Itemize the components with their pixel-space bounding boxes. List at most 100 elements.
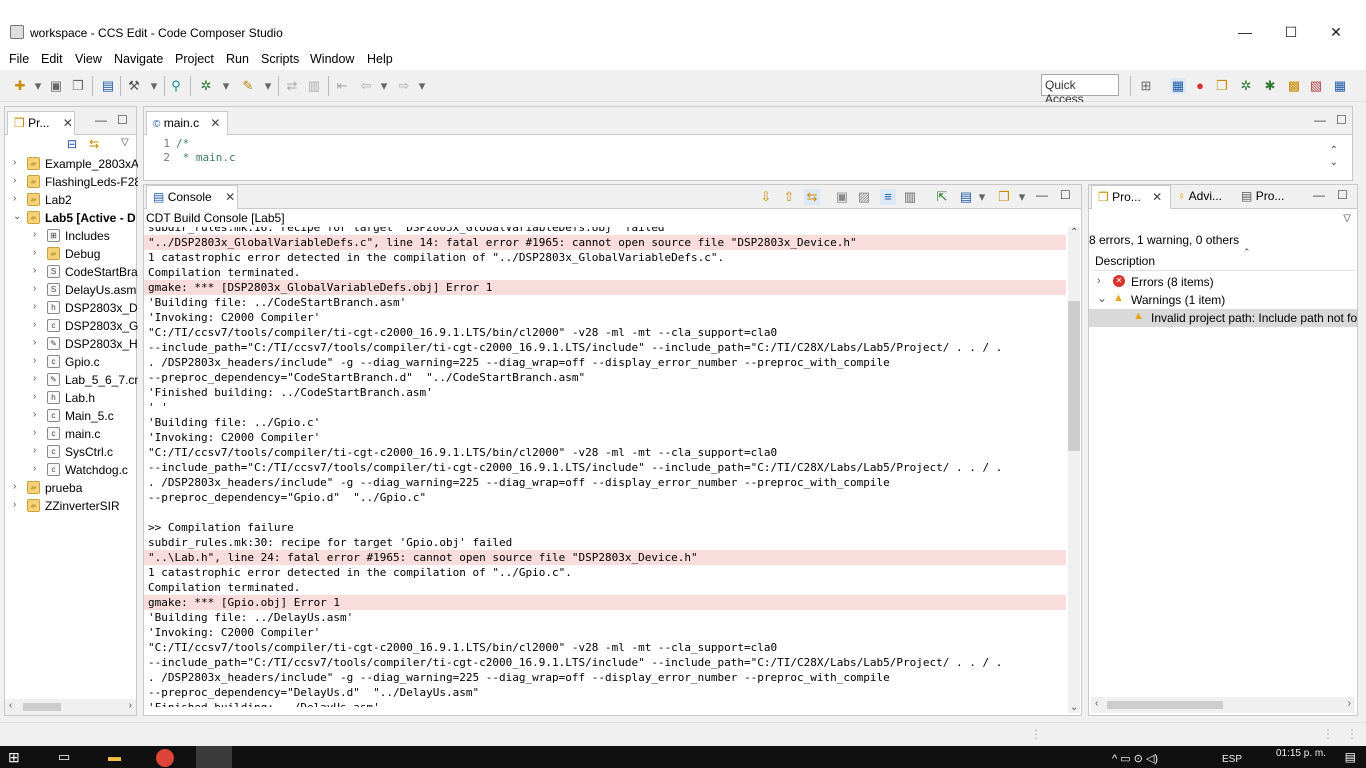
scroll-thumb[interactable] bbox=[23, 703, 61, 711]
warnings-group-row[interactable]: ⌄ ▲ Warnings (1 item) bbox=[1089, 291, 1357, 309]
tree-item[interactable]: › h DSP2803x_De bbox=[5, 299, 138, 317]
close-icon[interactable]: ✕ bbox=[63, 116, 73, 130]
problems-hscrollbar[interactable]: ‹ › bbox=[1091, 697, 1355, 713]
tree-item[interactable]: › ⊞ Includes bbox=[5, 227, 138, 245]
build-dropdown-icon[interactable]: ▾ bbox=[146, 78, 162, 94]
editor-scroll-arrows[interactable]: ⌃ ⌄ bbox=[1330, 145, 1338, 169]
description-column-header[interactable]: Description ⌃ bbox=[1093, 247, 1355, 271]
tab-console[interactable]: ▤ Console ✕ bbox=[146, 185, 238, 209]
debug-bug-icon[interactable]: ✲ bbox=[198, 78, 214, 94]
tree-item[interactable]: › c Main_5.c bbox=[5, 407, 138, 425]
chevron-right-icon[interactable]: › bbox=[33, 427, 43, 438]
tree-item[interactable]: › ▰ Example_2803xAd bbox=[5, 155, 138, 173]
menu-help[interactable]: Help bbox=[367, 52, 393, 66]
menu-window[interactable]: Window bbox=[310, 52, 354, 66]
prev-annotation-icon[interactable]: ⇄ bbox=[284, 78, 300, 94]
tree-item[interactable]: › ▰ FlashingLeds-F28 bbox=[5, 173, 138, 191]
chevron-right-icon[interactable]: › bbox=[33, 229, 43, 240]
copy-build-log-icon[interactable]: ▣ bbox=[834, 189, 850, 205]
git-perspective-icon[interactable]: ▩ bbox=[1286, 78, 1302, 94]
terminal-icon[interactable]: ▤ bbox=[100, 78, 116, 94]
clock[interactable]: 01:15 p. m. bbox=[1276, 748, 1326, 759]
open-perspective-icon[interactable]: ⊞ bbox=[1138, 78, 1154, 94]
prev-error-icon[interactable]: ⇧ bbox=[781, 189, 797, 205]
chevron-right-icon[interactable]: › bbox=[13, 175, 23, 186]
minimize-view-icon[interactable]: — bbox=[95, 113, 107, 127]
tab-problems[interactable]: ❒ Pro... ✕ bbox=[1091, 185, 1171, 209]
chevron-down-icon[interactable]: ⌄ bbox=[1097, 291, 1107, 305]
tree-item[interactable]: › ✎ Lab_5_6_7.cm bbox=[5, 371, 138, 389]
chevron-right-icon[interactable]: › bbox=[1097, 275, 1101, 287]
tree-item[interactable]: › c main.c bbox=[5, 425, 138, 443]
save-icon[interactable]: ▣ bbox=[48, 78, 64, 94]
new-dropdown-icon[interactable]: ▾ bbox=[30, 78, 46, 94]
tree-item[interactable]: › ▰ Lab2 bbox=[5, 191, 138, 209]
menu-project[interactable]: Project bbox=[175, 52, 214, 66]
scroll-thumb[interactable] bbox=[1068, 301, 1080, 451]
explorer-hscrollbar[interactable]: ‹ › bbox=[5, 699, 136, 715]
scroll-left-icon[interactable]: ‹ bbox=[1095, 698, 1098, 709]
open-console-icon[interactable]: ❐ bbox=[996, 189, 1012, 205]
menu-run[interactable]: Run bbox=[226, 52, 249, 66]
chevron-right-icon[interactable]: › bbox=[33, 247, 43, 258]
back-dropdown-icon[interactable]: ▾ bbox=[376, 78, 392, 94]
chevron-right-icon[interactable]: › bbox=[33, 319, 43, 330]
stop-perspective-icon[interactable]: ● bbox=[1192, 78, 1208, 94]
chevron-right-icon[interactable]: › bbox=[33, 337, 43, 348]
chevron-right-icon[interactable]: › bbox=[13, 157, 23, 168]
errors-group-row[interactable]: › ✕ Errors (8 items) bbox=[1089, 273, 1357, 291]
collapse-all-icon[interactable]: ⊟ bbox=[67, 137, 77, 151]
pin-console-icon[interactable]: ⇱ bbox=[934, 189, 950, 205]
last-edit-icon[interactable]: ⇤ bbox=[334, 78, 350, 94]
maximize-button[interactable]: ☐ bbox=[1268, 24, 1314, 44]
team-perspective-icon[interactable]: ▧ bbox=[1308, 78, 1324, 94]
close-icon[interactable]: ✕ bbox=[210, 116, 220, 130]
chrome-icon[interactable] bbox=[156, 749, 174, 767]
tree-item[interactable]: › S CodeStartBra bbox=[5, 263, 138, 281]
maximize-view-icon[interactable]: ☐ bbox=[117, 113, 128, 127]
menu-navigate[interactable]: Navigate bbox=[114, 52, 163, 66]
minimize-button[interactable]: — bbox=[1222, 24, 1268, 44]
new-icon[interactable]: ✚ bbox=[12, 78, 28, 94]
resource-perspective-icon[interactable]: ❒ bbox=[1214, 78, 1230, 94]
tree-item[interactable]: › ✎ DSP2803x_He bbox=[5, 335, 138, 353]
minimize-console-icon[interactable]: — bbox=[1036, 188, 1048, 202]
console-output[interactable]: subdir_rules.mk:16: recipe for target 'D… bbox=[144, 227, 1066, 707]
maximize-editor-icon[interactable]: ☐ bbox=[1336, 113, 1347, 127]
maximize-problems-icon[interactable]: ☐ bbox=[1337, 188, 1348, 202]
tab-properties[interactable]: ▤ Pro... bbox=[1241, 189, 1284, 203]
close-icon[interactable]: ✕ bbox=[1152, 190, 1162, 204]
quick-access-input[interactable]: Quick Access bbox=[1041, 74, 1119, 106]
display-console-dropdown-icon[interactable]: ▾ bbox=[974, 189, 990, 205]
tree-item[interactable]: › S DelayUs.asm bbox=[5, 281, 138, 299]
menu-edit[interactable]: Edit bbox=[41, 52, 63, 66]
flash-icon[interactable]: ✎ bbox=[240, 78, 256, 94]
debug-dropdown-icon[interactable]: ▾ bbox=[218, 78, 234, 94]
chevron-right-icon[interactable]: › bbox=[33, 283, 43, 294]
minimize-editor-icon[interactable]: — bbox=[1314, 113, 1326, 127]
build-hammer-icon[interactable]: ⚒ bbox=[126, 78, 142, 94]
tree-item[interactable]: › c Gpio.c bbox=[5, 353, 138, 371]
view-menu-icon[interactable]: ▽ bbox=[121, 137, 129, 148]
word-wrap-icon[interactable]: ≡ bbox=[880, 189, 896, 205]
chevron-down-icon[interactable]: ⌄ bbox=[13, 211, 23, 222]
view-menu-icon[interactable]: ▽ bbox=[1343, 213, 1351, 224]
windows-start-icon[interactable]: ⊞ bbox=[8, 749, 20, 766]
ccs-taskbar-button[interactable] bbox=[196, 746, 232, 768]
clear-console-icon[interactable]: ▥ bbox=[902, 189, 918, 205]
tree-item[interactable]: › ▰ Debug bbox=[5, 245, 138, 263]
chevron-right-icon[interactable]: › bbox=[13, 481, 23, 492]
scroll-left-icon[interactable]: ‹ bbox=[9, 700, 12, 711]
chevron-right-icon[interactable]: › bbox=[13, 193, 23, 204]
tab-main-c[interactable]: © main.c ✕ bbox=[146, 111, 228, 135]
chevron-right-icon[interactable]: › bbox=[33, 391, 43, 402]
chevron-right-icon[interactable]: › bbox=[33, 301, 43, 312]
search-icon[interactable]: ⚲ bbox=[168, 78, 184, 94]
task-view-icon[interactable]: ▭ bbox=[58, 749, 70, 765]
editor-hscrollbar[interactable] bbox=[146, 165, 1326, 179]
notifications-icon[interactable]: ▤ bbox=[1345, 750, 1356, 764]
menu-view[interactable]: View bbox=[75, 52, 102, 66]
close-icon[interactable]: ✕ bbox=[225, 190, 235, 204]
close-button[interactable]: ✕ bbox=[1313, 24, 1359, 44]
tree-item[interactable]: › c Watchdog.c bbox=[5, 461, 138, 479]
